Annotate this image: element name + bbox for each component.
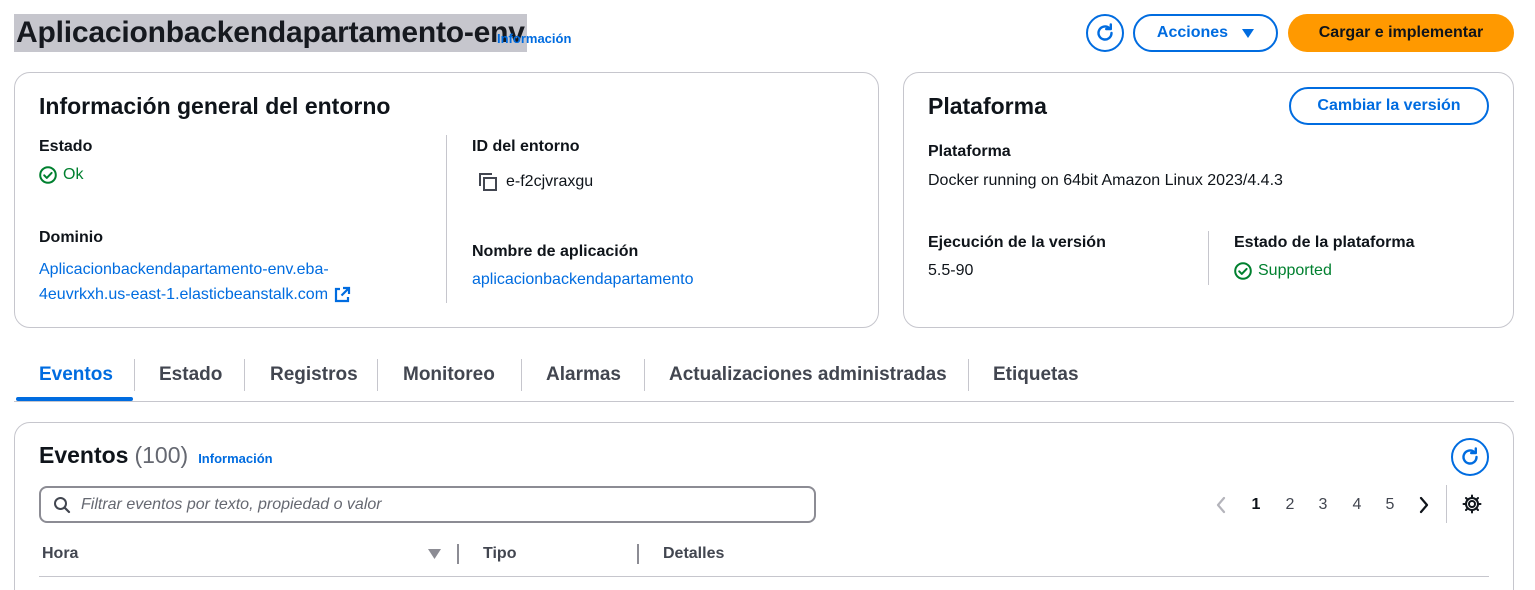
platform-state-key: Estado de la plataforma xyxy=(1234,234,1415,251)
tab-separator xyxy=(644,359,645,391)
upload-deploy-button[interactable]: Cargar e implementar xyxy=(1288,14,1514,52)
tab-registros[interactable]: Registros xyxy=(270,364,358,386)
column-resizer[interactable] xyxy=(457,544,459,564)
status-value-group: Ok xyxy=(39,166,83,184)
search-icon xyxy=(54,496,71,513)
app-name-link[interactable]: aplicacionbackendapartamento xyxy=(472,271,693,289)
column-header-hora[interactable]: Hora xyxy=(42,545,78,563)
version-value: 5.5-90 xyxy=(928,262,974,279)
overview-title: Información general del entorno xyxy=(39,93,391,119)
tab-actualizaciones-administradas[interactable]: Actualizaciones administradas xyxy=(669,364,947,386)
domain-key: Dominio xyxy=(39,229,103,246)
page-2[interactable]: 2 xyxy=(1280,496,1300,514)
refresh-button[interactable] xyxy=(1086,14,1124,52)
sort-descending-icon[interactable] xyxy=(428,549,441,559)
copy-icon[interactable] xyxy=(478,172,498,192)
environment-name: Aplicacionbackendapartamento-env xyxy=(14,14,527,52)
platform-state-group: Supported xyxy=(1234,262,1332,280)
caret-down-icon xyxy=(1242,28,1255,38)
events-search-field[interactable] xyxy=(39,486,816,523)
tab-alarmas[interactable]: Alarmas xyxy=(546,364,621,386)
platform-title: Plataforma xyxy=(928,93,1047,119)
page-5[interactable]: 5 xyxy=(1380,496,1400,514)
settings-gear-icon[interactable] xyxy=(1462,494,1482,514)
platform-key: Plataforma xyxy=(928,143,1011,160)
check-circle-icon xyxy=(39,166,57,184)
tabs-baseline xyxy=(14,401,1514,402)
chevron-right-icon[interactable] xyxy=(1418,496,1430,514)
tab-separator xyxy=(968,359,969,391)
page-4[interactable]: 4 xyxy=(1347,496,1367,514)
domain-link[interactable]: Aplicacionbackendapartamento-env.eba- 4e… xyxy=(39,257,351,307)
events-info-link[interactable]: Información xyxy=(198,451,272,466)
external-link-icon xyxy=(334,286,351,302)
change-version-button[interactable]: Cambiar la versión xyxy=(1289,87,1489,125)
events-heading: Eventos (100) Información xyxy=(39,442,273,469)
refresh-icon xyxy=(1097,23,1113,41)
chevron-left-icon[interactable] xyxy=(1215,496,1227,514)
app-name-key: Nombre de aplicación xyxy=(472,243,639,260)
events-search-input[interactable] xyxy=(81,495,781,514)
tab-estado[interactable]: Estado xyxy=(159,364,222,386)
tab-etiquetas[interactable]: Etiquetas xyxy=(993,364,1079,386)
column-divider xyxy=(446,135,447,303)
env-id-group: e-f2cjvraxgu xyxy=(478,172,593,192)
pagination-divider xyxy=(1446,485,1447,523)
refresh-icon xyxy=(1462,447,1478,465)
domain-line-1: Aplicacionbackendapartamento-env.eba- xyxy=(39,261,329,278)
column-header-detalles[interactable]: Detalles xyxy=(663,545,724,563)
env-id-value: e-f2cjvraxgu xyxy=(506,173,594,190)
tab-monitoreo[interactable]: Monitoreo xyxy=(403,364,495,386)
events-title: Eventos xyxy=(39,442,129,468)
tab-separator xyxy=(377,359,378,391)
tab-separator xyxy=(244,359,245,391)
page-1[interactable]: 1 xyxy=(1246,496,1266,514)
domain-line-2: 4euvrkxh.us-east-1.elasticbeanstalk.com xyxy=(39,286,329,303)
platform-value: Docker running on 64bit Amazon Linux 202… xyxy=(928,172,1283,189)
status-value: Ok xyxy=(63,166,84,183)
column-resizer[interactable] xyxy=(637,544,639,564)
tab-separator xyxy=(134,359,135,391)
actions-label: Acciones xyxy=(1156,24,1229,41)
page-3[interactable]: 3 xyxy=(1313,496,1333,514)
env-id-key: ID del entorno xyxy=(472,138,580,155)
check-circle-icon xyxy=(1234,262,1252,280)
platform-divider xyxy=(1208,231,1209,285)
column-header-tipo[interactable]: Tipo xyxy=(483,545,516,563)
status-key: Estado xyxy=(39,138,93,155)
info-link[interactable]: Información xyxy=(497,31,571,46)
actions-dropdown-button[interactable]: Acciones xyxy=(1133,14,1278,52)
events-count: (100) xyxy=(134,442,189,468)
events-refresh-button[interactable] xyxy=(1451,438,1489,476)
tab-separator xyxy=(521,359,522,391)
version-key: Ejecución de la versión xyxy=(928,234,1106,251)
table-header-divider xyxy=(39,576,1489,577)
platform-state-value: Supported xyxy=(1258,262,1332,279)
tab-eventos[interactable]: Eventos xyxy=(39,364,113,386)
